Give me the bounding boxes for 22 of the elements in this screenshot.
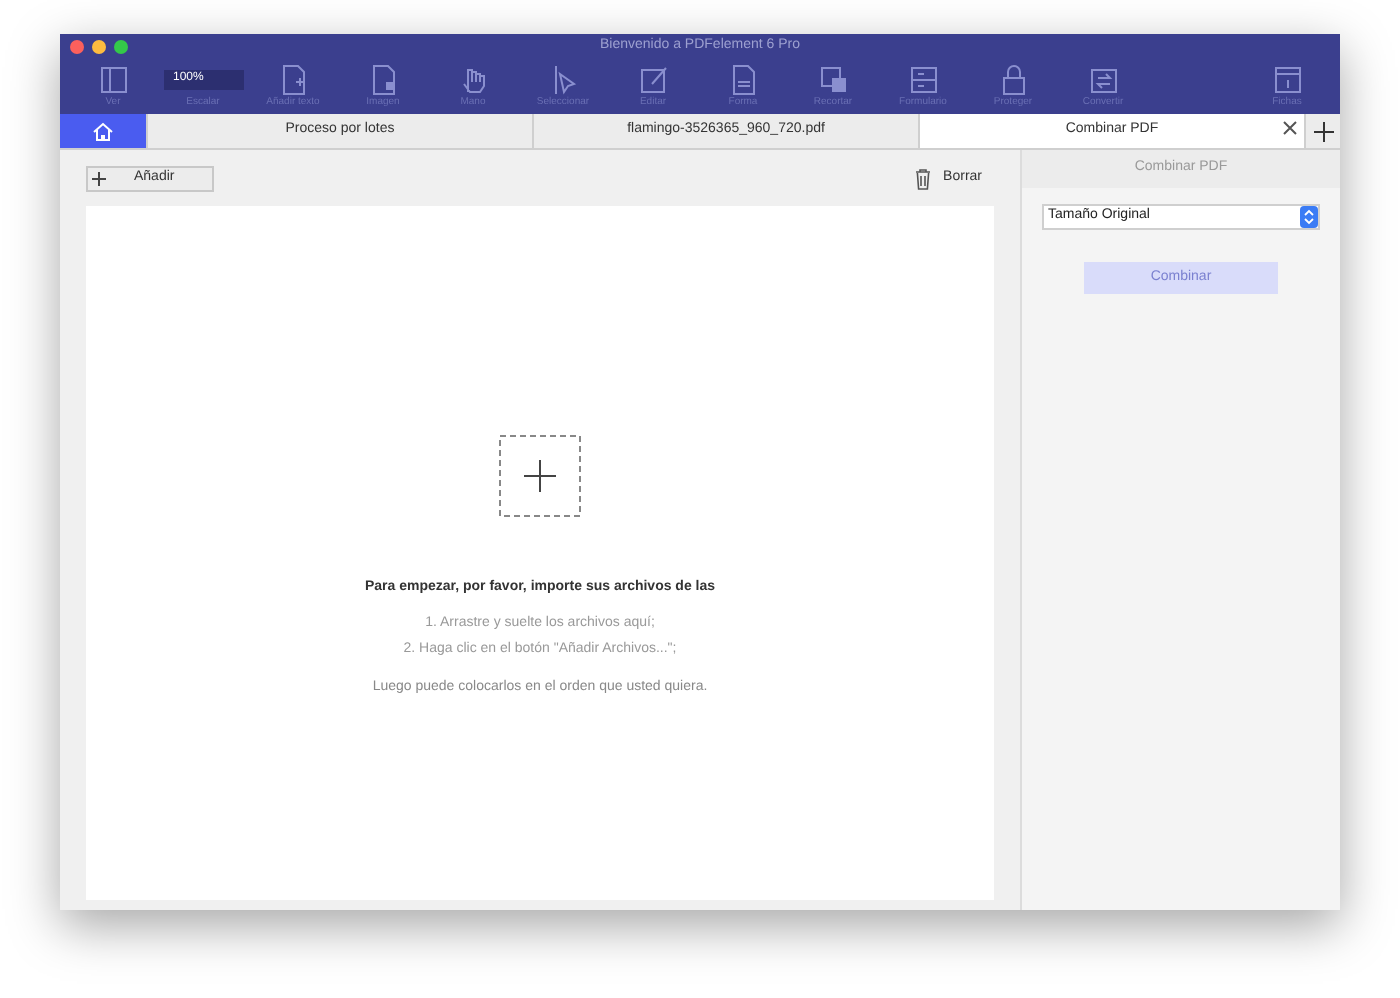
maximize-window-icon[interactable] xyxy=(114,40,128,54)
form-fields-icon[interactable] xyxy=(907,63,939,95)
plus-icon xyxy=(92,171,106,185)
close-window-icon[interactable] xyxy=(70,40,84,54)
edit-icon[interactable] xyxy=(637,63,669,95)
form-icon[interactable] xyxy=(727,63,759,95)
home-tab[interactable] xyxy=(60,114,146,148)
add-text-icon[interactable] xyxy=(277,63,309,95)
home-icon xyxy=(92,121,114,141)
hand-icon[interactable] xyxy=(457,63,489,95)
add-file-icon[interactable] xyxy=(498,434,582,518)
dropdown-arrows-icon xyxy=(1300,206,1318,228)
lock-icon[interactable] xyxy=(997,63,1029,95)
trash-icon[interactable] xyxy=(913,167,932,189)
add-image-icon[interactable] xyxy=(367,63,399,95)
minimize-window-icon[interactable] xyxy=(92,40,106,54)
page-icon[interactable] xyxy=(1271,63,1303,95)
new-tab-icon[interactable] xyxy=(1313,121,1333,141)
crop-icon[interactable] xyxy=(817,63,849,95)
close-tab-icon[interactable] xyxy=(1282,120,1298,136)
convert-icon[interactable] xyxy=(1087,63,1119,95)
panel-icon[interactable] xyxy=(97,63,129,95)
